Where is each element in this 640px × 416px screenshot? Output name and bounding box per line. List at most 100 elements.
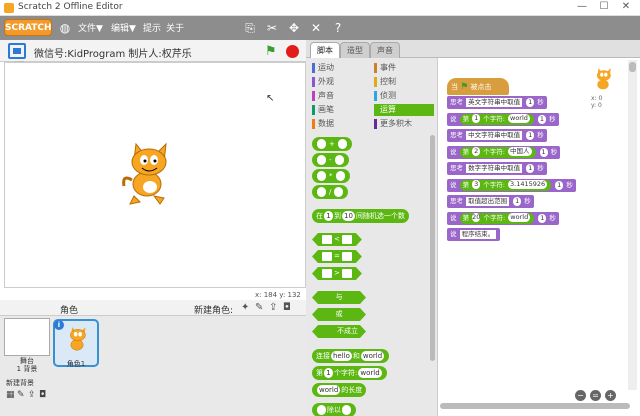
say-block[interactable]: 说 第 1 个字符: world 1 秒 [447,113,559,126]
stage-thumbnail[interactable] [4,318,50,356]
block-input[interactable]: 20 [472,213,481,222]
zoom-reset-icon[interactable]: = [590,390,601,401]
script-vertical-scrollbar[interactable] [628,60,637,390]
menu-about[interactable]: 关于 [166,21,184,34]
block-input[interactable]: 1 [526,163,535,173]
not-block[interactable]: 不成立 [312,325,366,338]
category-operators[interactable]: 运算 [374,104,434,116]
block-input[interactable]: 3 [472,180,481,189]
green-flag-icon[interactable]: ⚑ [265,44,277,59]
length-of-block[interactable]: world 的长度 [312,383,367,397]
camera-sprite-icon[interactable]: ◘ [283,302,291,313]
block-input[interactable]: 1 [324,368,333,378]
when-flag-clicked-block[interactable]: 当 ⚑ 被点击 [447,78,509,95]
say-block[interactable]: 说 程序结束。 [447,228,501,241]
block-input[interactable]: 2 [472,147,481,156]
block-input[interactable]: world [508,213,531,222]
info-icon[interactable]: i [54,320,64,330]
say-block[interactable]: 说 第 2 个字符: 中国人 1 秒 [447,146,561,159]
add-block[interactable]: + [312,137,352,151]
grow-icon[interactable]: ✥ [286,20,302,36]
tab-sounds[interactable]: 声音 [370,42,400,58]
divide-block[interactable]: / [312,185,349,199]
letter-of-reporter[interactable]: 第 2 个字符: 中国人 [459,146,536,158]
help-icon[interactable]: ? [330,20,346,36]
menu-file[interactable]: 文件▼ [78,21,103,34]
paint-sprite-icon[interactable]: ✎ [255,302,263,313]
join-block[interactable]: 连接 hello 和 world [312,349,390,363]
fullscreen-icon[interactable] [8,43,26,59]
menu-edit[interactable]: 编辑▼ [111,21,136,34]
copy-icon[interactable]: ⎘ [242,20,258,36]
zoom-out-icon[interactable]: − [575,390,586,401]
less-than-block[interactable]: < [312,233,362,246]
cat-sprite[interactable] [120,140,174,206]
think-for-secs-block[interactable]: 思考 中文字符串中取值 1 秒 [447,129,547,142]
block-input[interactable]: world [508,114,530,123]
tab-costumes[interactable]: 造型 [340,42,370,58]
say-block[interactable]: 说 第 20 个字符: world 1 秒 [447,212,559,225]
block-input[interactable]: 英文字符串中取值 [466,97,523,107]
block-input[interactable]: 1 [513,196,522,206]
and-block[interactable]: 与 [312,291,366,304]
mod-block[interactable]: 除以 [312,403,356,416]
palette-scrollbar[interactable] [430,135,435,361]
think-for-secs-block[interactable]: 思考 取值超出范围 1 秒 [447,195,534,208]
letter-of-reporter[interactable]: 第 20 个字符: world [459,212,535,224]
upload-backdrop-icon[interactable]: ⇪ [28,390,36,400]
paint-backdrop-icon[interactable]: ✎ [17,390,25,400]
block-input[interactable]: 1 [526,97,535,107]
category-events[interactable]: 事件 [374,62,434,74]
category-more-blocks[interactable]: 更多积木 [374,118,434,130]
block-input[interactable]: 数字字符串中取值 [466,163,523,173]
or-block[interactable]: 或 [312,308,366,321]
block-input[interactable]: world [358,368,382,378]
tab-scripts[interactable]: 脚本 [310,42,340,58]
say-block[interactable]: 说 第 3 个字符: 3.1415926 1 秒 [447,179,576,192]
maximize-button[interactable]: ☐ [594,1,614,12]
block-input[interactable]: 10 [342,211,355,221]
menu-tips[interactable]: 提示 [143,21,161,34]
choose-backdrop-icon[interactable]: ▦ [6,390,15,400]
block-input[interactable]: 1 [538,114,546,124]
scratch-logo[interactable]: SCRATCH [4,19,52,36]
greater-than-block[interactable]: > [312,267,362,280]
think-for-secs-block[interactable]: 思考 英文字符串中取值 1 秒 [447,96,547,109]
letter-of-block[interactable]: 第 1 个字符: world [312,366,387,380]
block-input[interactable]: 3.1415926 [508,180,548,189]
block-input[interactable]: 程序结束。 [459,229,497,239]
stop-icon[interactable] [286,45,299,58]
block-input[interactable]: hello [331,351,352,361]
category-sound[interactable]: 声音 [312,90,372,102]
category-control[interactable]: 控制 [374,76,434,88]
category-data[interactable]: 数据 [312,118,372,130]
block-input[interactable]: 1 [539,147,548,157]
block-input[interactable]: 1 [324,211,333,221]
cut-icon[interactable]: ✂ [264,20,280,36]
block-input[interactable]: world [317,385,341,395]
subtract-block[interactable]: - [312,153,349,167]
scroll-thumb[interactable] [629,62,636,72]
block-input[interactable]: 1 [472,114,481,123]
minimize-button[interactable]: — [572,1,592,12]
letter-of-reporter[interactable]: 第 1 个字符: world [459,113,534,125]
globe-icon[interactable]: ◍ [57,20,73,36]
category-motion[interactable]: 运动 [312,62,372,74]
random-block[interactable]: 在 1 到 10 间随机选一个数 [312,209,409,223]
shrink-icon[interactable]: ✕ [308,20,324,36]
sprite-card[interactable]: i 角色1 [53,319,99,368]
upload-sprite-icon[interactable]: ⇪ [269,302,277,313]
choose-sprite-icon[interactable]: ✦ [241,302,249,313]
zoom-in-icon[interactable]: + [605,390,616,401]
block-input[interactable]: 1 [526,130,535,140]
block-input[interactable]: 取值超出范围 [466,196,510,206]
block-input[interactable]: world [360,351,385,361]
project-title[interactable]: 微信号:KidProgram 制片人:权芹乐 [34,45,192,60]
block-input[interactable]: 1 [555,180,564,190]
block-input[interactable]: 中文字符串中取值 [466,130,523,140]
script-horizontal-scrollbar[interactable] [440,403,630,409]
category-looks[interactable]: 外观 [312,76,372,88]
block-input[interactable]: 中国人 [508,147,532,156]
category-sensing[interactable]: 侦测 [374,90,434,102]
multiply-block[interactable]: * [312,169,350,183]
